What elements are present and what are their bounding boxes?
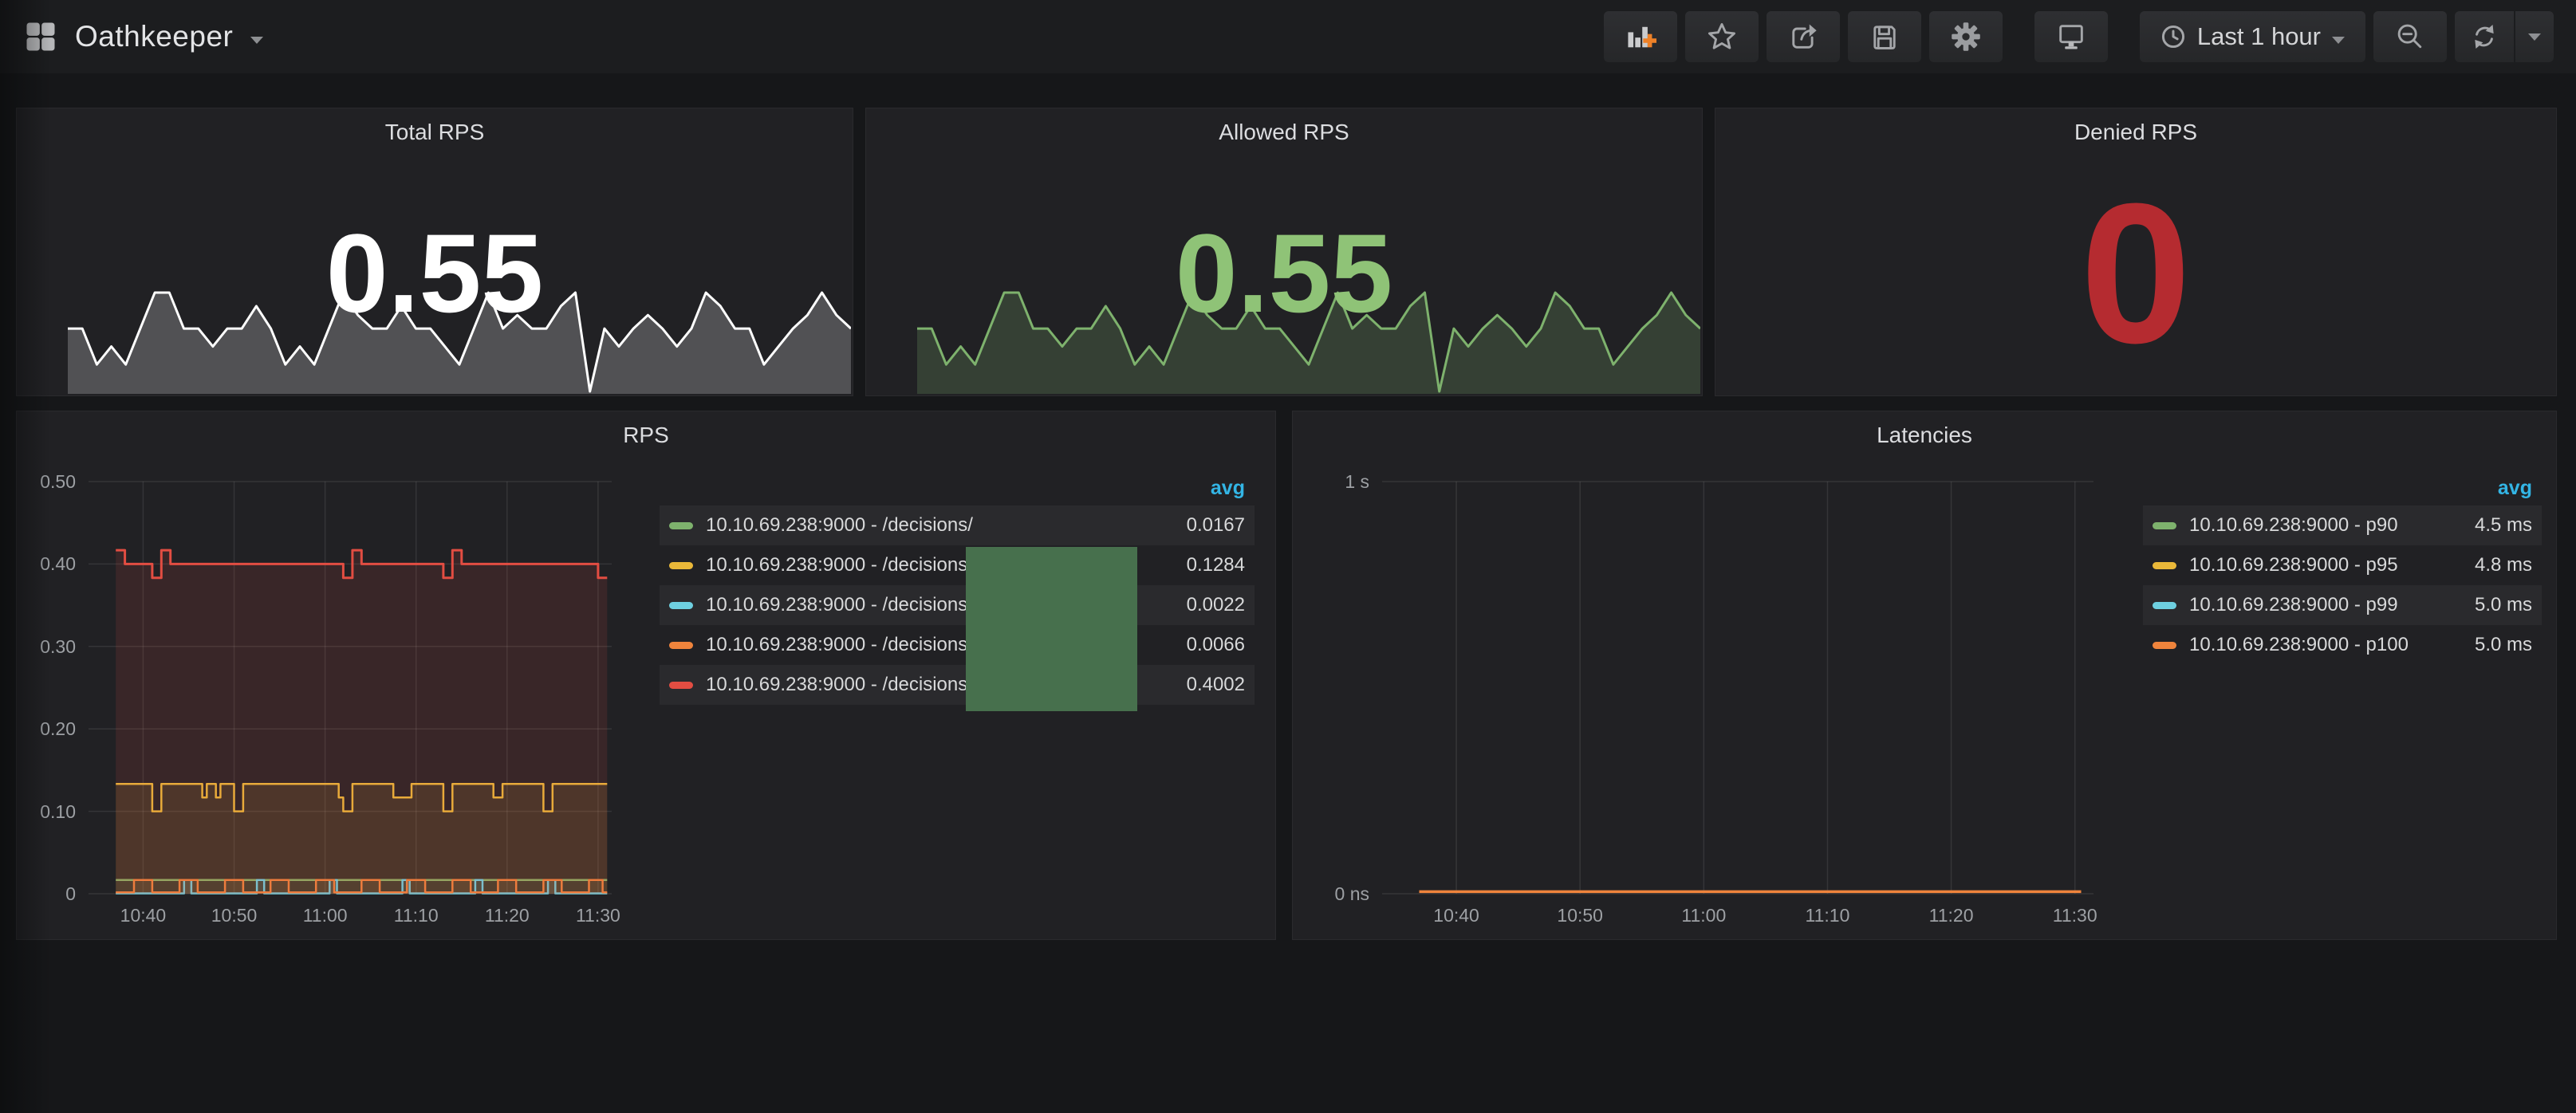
legend-series-name: 10.10.69.238:9000 - p90 [2189,514,2444,537]
legend-row[interactable]: 10.10.69.238:9000 - /decisions/0.0167 [660,505,1255,545]
refresh-icon [2468,21,2500,53]
panel-title[interactable]: Denied RPS [1715,120,2556,145]
panel-total-rps: Total RPS 0.55 [16,108,853,396]
y-axis-label: 0.10 [17,801,76,823]
time-range-label: Last 1 hour [2197,22,2321,51]
chevron-down-icon [2528,33,2541,41]
panel-title[interactable]: Latencies [1293,423,2556,448]
legend-rows: 10.10.69.238:9000 - /decisions/0.016710.… [660,505,1255,705]
legend-series-name: 10.10.69.238:9000 - p99 [2189,594,2444,616]
dashboard-grid-icon [24,20,57,53]
chevron-down-icon [2332,37,2345,44]
panel-rps-graph: RPS avg 10.10.69.238:9000 - /decisions/0… [16,411,1276,940]
y-axis-label: 1 s [1293,471,1369,493]
legend-avg-value: 5.0 ms [2444,594,2532,616]
x-axis-label: 11:00 [1648,905,1759,926]
legend-header: avg [2143,470,2542,505]
share-button[interactable] [1767,11,1840,62]
panel-title[interactable]: RPS [17,423,1275,448]
y-axis-label: 0.30 [17,636,76,658]
tooltip-overlay [966,547,1137,711]
legend-avg-value: 0.0066 [1157,634,1245,656]
time-range-button[interactable]: Last 1 hour [2140,11,2365,62]
navbar: Oathkeeper [0,0,2576,73]
legend-avg-value: 0.4002 [1157,674,1245,696]
y-axis-label: 0 ns [1293,883,1369,905]
stat-value: 0 [1715,174,2556,373]
legend-avg-value: 0.0167 [1157,514,1245,537]
settings-button[interactable] [1929,11,2003,62]
y-axis-label: 0.40 [17,553,76,575]
legend-swatch-icon [669,522,693,529]
zoom-out-icon [2394,21,2426,53]
legend-avg-value: 5.0 ms [2444,634,2532,656]
stat-value: 0.55 [866,218,1702,329]
add-panel-button[interactable] [1604,11,1677,62]
x-axis-label: 10:50 [1524,905,1636,926]
save-icon [1869,21,1900,53]
panel-title[interactable]: Total RPS [17,120,853,145]
legend-swatch-icon [669,642,693,649]
legend-rows: 10.10.69.238:9000 - p904.5 ms10.10.69.23… [2143,505,2542,665]
legend-row[interactable]: 10.10.69.238:9000 - /decisions/0.0066 [660,625,1255,665]
legend-series-name: 10.10.69.238:9000 - /decisions/ [706,514,1157,537]
dashboard-title[interactable]: Oathkeeper [75,20,233,53]
add-panel-icon [1625,21,1656,53]
panel-denied-rps: Denied RPS 0 [1715,108,2557,396]
chevron-down-icon [250,37,263,44]
y-axis-label: 0.20 [17,718,76,740]
cycle-view-button[interactable] [2034,11,2108,62]
x-axis-label: 11:30 [542,905,654,926]
star-button[interactable] [1685,11,1759,62]
legend-swatch-icon [669,602,693,609]
legend-avg-value: 4.5 ms [2444,514,2532,537]
legend-header: avg [660,470,1255,505]
legend-swatch-icon [2153,642,2176,649]
legend-row[interactable]: 10.10.69.238:9000 - p1005.0 ms [2143,625,2542,665]
panel-allowed-rps: Allowed RPS 0.55 [865,108,1703,396]
legend-row[interactable]: 10.10.69.238:9000 - p995.0 ms [2143,585,2542,625]
legend-swatch-icon [669,682,693,689]
dashboard-title-group[interactable]: Oathkeeper [24,20,263,53]
x-axis-label: 11:10 [1771,905,1883,926]
refresh-group [2455,11,2554,62]
legend-swatch-icon [2153,602,2176,609]
refresh-button[interactable] [2455,11,2514,62]
stat-value: 0.55 [17,218,853,329]
legend-row[interactable]: 10.10.69.238:9000 - /decisions/0.4002 [660,665,1255,705]
dashboard: Total RPS 0.55 Allowed RPS 0.55 Denied R… [0,73,2576,1113]
monitor-icon [2055,21,2087,53]
legend-swatch-icon [2153,562,2176,569]
zoom-out-button[interactable] [2373,11,2447,62]
x-axis-label: 11:20 [1896,905,2007,926]
legend-swatch-icon [2153,522,2176,529]
toolbar: Last 1 hour [1604,11,2554,62]
legend-swatch-icon [669,562,693,569]
star-icon [1706,21,1738,53]
y-axis-label: 0 [17,883,76,905]
latencies-legend: avg 10.10.69.238:9000 - p904.5 ms10.10.6… [2143,470,2542,665]
x-axis-label: 10:40 [1400,905,1512,926]
legend-row[interactable]: 10.10.69.238:9000 - p954.8 ms [2143,545,2542,585]
legend-avg-value: 0.1284 [1157,554,1245,576]
clock-icon [2160,24,2186,49]
share-icon [1787,21,1819,53]
legend-row[interactable]: 10.10.69.238:9000 - /decisions/0.1284 [660,545,1255,585]
save-button[interactable] [1848,11,1921,62]
panel-title[interactable]: Allowed RPS [866,120,1702,145]
legend-avg-value: 4.8 ms [2444,554,2532,576]
legend-avg-header[interactable]: avg [1211,477,1245,500]
legend-series-name: 10.10.69.238:9000 - p100 [2189,634,2444,656]
legend-row[interactable]: 10.10.69.238:9000 - /decisions/0.0022 [660,585,1255,625]
legend-row[interactable]: 10.10.69.238:9000 - p904.5 ms [2143,505,2542,545]
panel-latencies-graph: Latencies avg 10.10.69.238:9000 - p904.5… [1292,411,2557,940]
legend-series-name: 10.10.69.238:9000 - p95 [2189,554,2444,576]
x-axis-label: 11:30 [2019,905,2131,926]
legend-avg-header[interactable]: avg [2498,477,2532,500]
gear-icon [1950,21,1982,53]
legend-avg-value: 0.0022 [1157,594,1245,616]
rps-legend: avg 10.10.69.238:9000 - /decisions/0.016… [660,470,1255,705]
y-axis-label: 0.50 [17,471,76,493]
refresh-interval-caret[interactable] [2515,11,2554,62]
